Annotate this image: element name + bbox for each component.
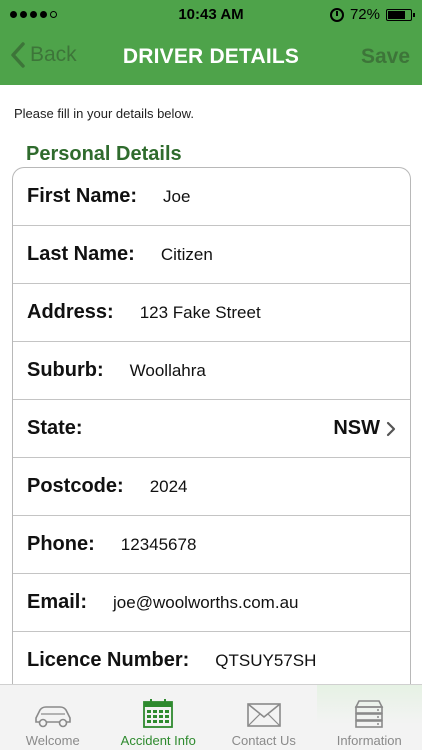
postcode-label: Postcode:: [27, 475, 124, 497]
postcode-field[interactable]: 2024: [150, 477, 188, 497]
car-icon: [34, 706, 71, 728]
tab-welcome[interactable]: Welcome: [0, 685, 106, 750]
tab-accident-info-label: Accident Info: [120, 733, 196, 748]
tab-information[interactable]: Information: [316, 685, 422, 750]
section-title: Personal Details: [26, 143, 182, 165]
email-label: Email:: [27, 591, 88, 613]
navigation-bar: Back DRIVER DETAILS Save: [0, 30, 422, 85]
battery-icon: [386, 8, 415, 21]
address-field[interactable]: 123 Fake Street: [140, 303, 261, 323]
phone-row[interactable]: Phone: 12345678: [13, 516, 410, 574]
chevron-right-icon: [386, 421, 396, 436]
envelope-icon: [246, 703, 281, 727]
save-button[interactable]: Save: [361, 45, 410, 69]
email-field[interactable]: joe@woolworths.com.au: [113, 593, 298, 613]
server-icon: [354, 700, 384, 728]
phone-field[interactable]: 12345678: [121, 535, 197, 555]
phone-label: Phone:: [27, 533, 95, 555]
tab-contact-us-label: Contact Us: [231, 733, 296, 748]
battery-percentage: 72%: [349, 6, 380, 23]
licence-number-label: Licence Number:: [27, 649, 190, 671]
alarm-clock-icon: [329, 7, 344, 22]
tab-welcome-label: Welcome: [25, 733, 80, 748]
tab-contact-us[interactable]: Contact Us: [211, 685, 317, 750]
licence-number-field[interactable]: QTSUY57SH: [215, 651, 316, 671]
state-label: State:: [27, 417, 83, 439]
calendar-icon: [143, 699, 174, 728]
intro-text: Please fill in your details below.: [14, 106, 194, 121]
suburb-field[interactable]: Woollahra: [130, 361, 206, 381]
state-row[interactable]: State: NSW: [13, 400, 410, 458]
address-row[interactable]: Address: 123 Fake Street: [13, 284, 410, 342]
last-name-field[interactable]: Citizen: [161, 245, 213, 265]
last-name-row[interactable]: Last Name: Citizen: [13, 226, 410, 284]
suburb-label: Suburb:: [27, 359, 104, 381]
tab-bar: Welcome Accident Info Contact Us Informa…: [0, 684, 422, 750]
first-name-field[interactable]: Joe: [163, 187, 190, 207]
email-row[interactable]: Email: joe@woolworths.com.au: [13, 574, 410, 632]
postcode-row[interactable]: Postcode: 2024: [13, 458, 410, 516]
suburb-row[interactable]: Suburb: Woollahra: [13, 342, 410, 400]
address-label: Address:: [27, 301, 114, 323]
state-select[interactable]: NSW: [333, 417, 380, 440]
tab-accident-info[interactable]: Accident Info: [106, 685, 212, 750]
first-name-label: First Name:: [27, 185, 138, 207]
personal-details-form: First Name: Joe Last Name: Citizen Addre…: [12, 167, 411, 707]
page-title: DRIVER DETAILS: [122, 45, 300, 68]
licence-number-row[interactable]: Licence Number: QTSUY57SH: [13, 632, 410, 690]
status-bar: 10:43 AM 72%: [0, 0, 422, 30]
first-name-row[interactable]: First Name: Joe: [13, 168, 410, 226]
last-name-label: Last Name:: [27, 243, 135, 265]
tab-information-label: Information: [336, 733, 402, 748]
